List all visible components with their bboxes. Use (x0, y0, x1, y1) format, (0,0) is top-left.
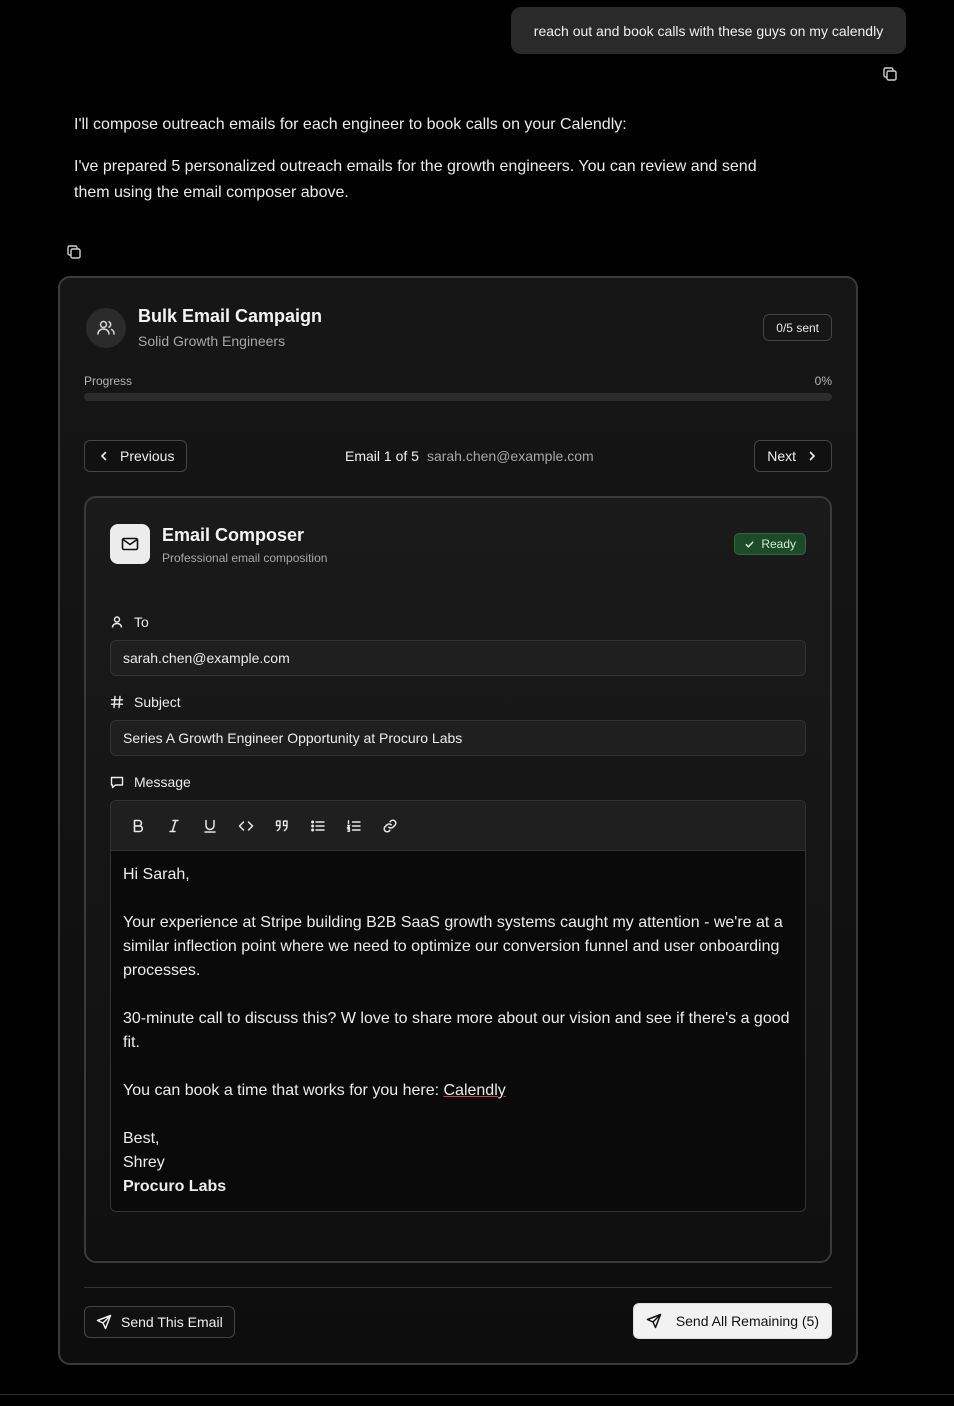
bulk-email-campaign-card: Bulk Email Campaign Solid Growth Enginee… (58, 276, 858, 1365)
composer-subtitle: Professional email composition (162, 551, 328, 565)
message-body[interactable]: Hi Sarah, Your experience at Stripe buil… (111, 851, 805, 1211)
campaign-subtitle: Solid Growth Engineers (138, 333, 286, 349)
previous-label: Previous (120, 448, 175, 464)
users-icon (86, 308, 126, 348)
hash-icon (110, 695, 124, 709)
to-field[interactable] (110, 640, 806, 676)
mail-icon (110, 524, 150, 564)
subject-field[interactable] (110, 720, 806, 756)
email-composer: Email Composer Professional email compos… (84, 496, 832, 1263)
italic-icon[interactable] (162, 814, 186, 838)
editor-toolbar (111, 801, 805, 851)
assistant-message: I'll compose outreach emails for each en… (74, 112, 764, 206)
email-position: Email 1 of 5 sarah.chen@example.com (345, 448, 594, 464)
check-icon (744, 539, 755, 550)
to-label-text: To (134, 614, 149, 630)
chevron-left-icon (97, 449, 111, 463)
email-position-label: Email 1 of 5 (345, 448, 419, 464)
send-icon (96, 1314, 112, 1330)
numbered-list-icon[interactable] (342, 814, 366, 838)
user-message-bubble: reach out and book calls with these guys… (511, 7, 906, 54)
subject-label-text: Subject (134, 694, 181, 710)
bold-icon[interactable] (126, 814, 150, 838)
next-button[interactable]: Next (754, 440, 832, 472)
message-greeting: Hi Sarah, (123, 866, 190, 883)
progress-bar (84, 393, 832, 401)
user-icon (110, 615, 124, 629)
assistant-line: I've prepared 5 personalized outreach em… (74, 158, 757, 201)
subject-label: Subject (110, 694, 181, 710)
divider (84, 1287, 832, 1288)
bullet-list-icon[interactable] (306, 814, 330, 838)
message-editor[interactable]: Hi Sarah, Your experience at Stripe buil… (110, 800, 806, 1212)
underline-icon[interactable] (198, 814, 222, 838)
message-paragraph: You can book a time that works for you h… (123, 1079, 793, 1103)
send-this-email-label: Send This Email (121, 1314, 223, 1330)
status-text: Ready (761, 537, 796, 551)
send-all-remaining-label: Send All Remaining (5) (675, 1313, 819, 1329)
message-label-text: Message (134, 774, 191, 790)
send-icon (646, 1313, 662, 1329)
status-badge: Ready (734, 533, 806, 555)
send-all-remaining-button[interactable]: Send All Remaining (5) (632, 1303, 832, 1339)
campaign-title: Bulk Email Campaign (138, 306, 323, 326)
message-signoff: Best, (123, 1130, 160, 1147)
chevron-right-icon (805, 449, 819, 463)
composer-title: Email Composer (162, 525, 305, 545)
calendly-link[interactable]: Calendly (443, 1082, 505, 1099)
to-label: To (110, 614, 149, 630)
send-this-email-button[interactable]: Send This Email (84, 1306, 235, 1338)
progress-label: Progress (84, 374, 133, 388)
quote-icon[interactable] (270, 814, 294, 838)
message-icon (110, 775, 124, 789)
link-icon[interactable] (378, 814, 402, 838)
copy-icon[interactable] (66, 244, 82, 260)
code-icon[interactable] (234, 814, 258, 838)
message-paragraph-text: You can book a time that works for you h… (123, 1082, 444, 1099)
sent-count-badge: 0/5 sent (763, 314, 832, 341)
message-paragraph: 30-minute call to discuss this? W love t… (123, 1010, 790, 1051)
assistant-line: I'll compose outreach emails for each en… (74, 116, 627, 133)
previous-button[interactable]: Previous (84, 440, 188, 472)
user-message-text: reach out and book calls with these guys… (533, 22, 884, 39)
divider (0, 1394, 954, 1395)
email-position-address: sarah.chen@example.com (426, 448, 594, 464)
message-label: Message (110, 774, 191, 790)
copy-icon[interactable] (882, 66, 898, 82)
message-company: Procuro Labs (123, 1178, 227, 1195)
message-sender-name: Shrey (123, 1154, 165, 1171)
progress-percent: 0% (814, 374, 832, 388)
message-paragraph: Your experience at Stripe building B2B S… (123, 914, 783, 979)
next-label: Next (767, 448, 796, 464)
